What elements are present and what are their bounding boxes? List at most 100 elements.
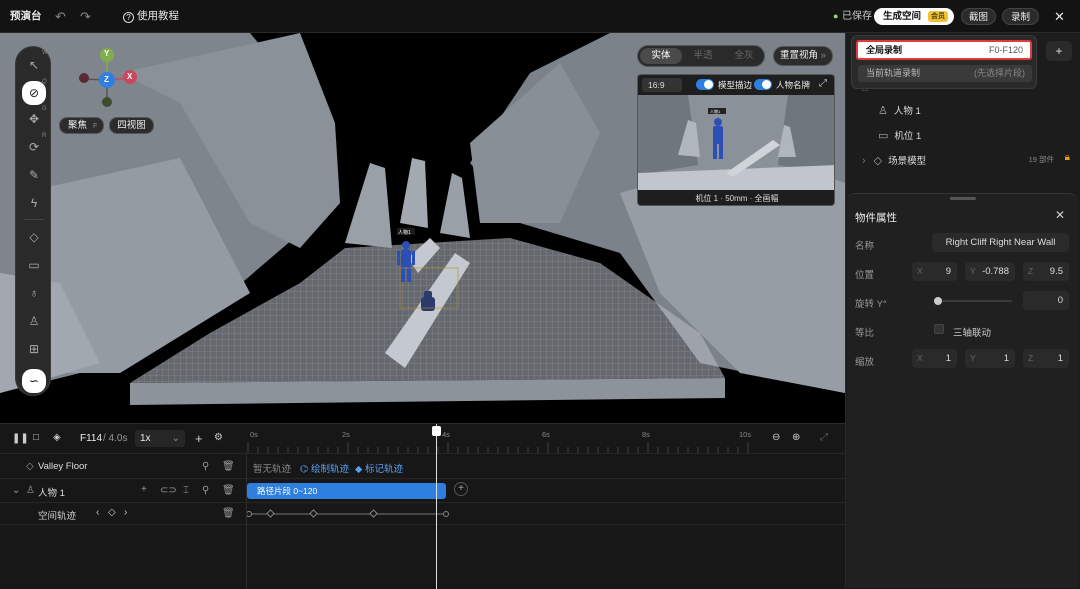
tree-item-camera[interactable]: ▭ 机位 1 xyxy=(878,128,1068,146)
add-segment-icon[interactable]: + xyxy=(454,482,468,496)
import-icon[interactable]: ⊞ xyxy=(24,339,44,359)
help-link[interactable]: ? 使用教程 xyxy=(123,0,179,33)
full-record-label: 全局录制 xyxy=(866,45,903,55)
path-tool-icon[interactable]: ϟ xyxy=(24,193,44,213)
keyframe-diamond-icon[interactable]: ◇ xyxy=(108,507,116,518)
pen-tool-icon[interactable]: ✎ xyxy=(24,165,44,185)
pos-y-field[interactable]: Y -0.788 xyxy=(965,262,1015,281)
keyframe-track[interactable] xyxy=(246,503,456,525)
scale-z-value: 1 xyxy=(1057,353,1063,364)
prev-key-icon[interactable]: ‹ xyxy=(96,507,99,518)
mode-translucent[interactable]: 半透 xyxy=(682,48,724,64)
name-field[interactable]: Right Cliff Right Near Wall xyxy=(932,233,1069,252)
full-record-range: F0-F120 xyxy=(988,45,1023,55)
focus-key: F xyxy=(93,123,98,130)
focus-button[interactable]: 聚焦 F xyxy=(59,117,104,134)
scale-x-field[interactable]: X1 xyxy=(912,349,957,368)
pin-icon[interactable]: ⚲ xyxy=(202,485,209,496)
mark-track-link[interactable]: ◆ 标记轨迹 xyxy=(355,461,403,475)
close-icon[interactable]: ✕ xyxy=(1054,0,1065,33)
path-segment-clip[interactable]: 路径片段 0~120 xyxy=(247,483,446,499)
scale-y-field[interactable]: Y1 xyxy=(965,349,1015,368)
track-row-person[interactable]: ⌄ ♙ 人物 1 + ⊂⊃ ⌶ ⚲ 🗑︎ 路径片段 0~120 + xyxy=(0,479,845,503)
pos-z-field[interactable]: Z 9.5 xyxy=(1023,262,1069,281)
chevron-down-icon: ⌄ xyxy=(171,433,180,444)
current-record-hint: (先选择片段) xyxy=(974,68,1025,78)
full-record-item[interactable]: 全局录制 F0-F120 xyxy=(856,40,1032,60)
lock-icon[interactable]: 🔒︎ xyxy=(1065,152,1070,163)
scale-z-field[interactable]: Z1 xyxy=(1023,349,1069,368)
link-icon[interactable]: ⊂⊃ xyxy=(160,485,177,496)
trash-icon[interactable]: 🗑︎ xyxy=(222,485,235,496)
ratio-select[interactable]: 16:9 xyxy=(642,78,682,92)
route-tool-icon[interactable]: ∽ xyxy=(22,369,46,393)
keyframe-icon[interactable]: ◈ xyxy=(53,432,61,443)
scale-x-value: 1 xyxy=(945,353,951,364)
split-icon[interactable]: ⌶ xyxy=(183,485,189,496)
current-track-record-item[interactable]: 当前轨道录制 (先选择片段) xyxy=(858,65,1032,82)
expand-icon[interactable]: ⤢ xyxy=(819,78,827,89)
filter-icon[interactable]: ⚙ xyxy=(214,432,223,443)
trash-icon[interactable]: 🗑︎ xyxy=(222,508,235,519)
zoom-in-icon[interactable]: ⊕ xyxy=(792,432,800,443)
mode-gray[interactable]: 全灰 xyxy=(724,48,764,64)
timeline-toolbar: ❚❚ □ ◈ F114 / 4.0s 1x ⌄ + ⚙ 0s 2s 4s 6s 8… xyxy=(0,424,845,454)
playhead[interactable] xyxy=(436,424,437,589)
track-row-spatial[interactable]: 空间轨迹 ‹ ◇ › 🗑︎ xyxy=(0,503,845,525)
tree-item-person[interactable]: ♙ 人物 1 xyxy=(878,103,1068,121)
position-label: 位置 xyxy=(855,270,875,281)
track-label: Valley Floor xyxy=(38,461,88,472)
rotation-slider-thumb[interactable] xyxy=(934,297,942,305)
reset-chevron-icon: » xyxy=(820,50,826,61)
rotate-tool-icon[interactable]: ⟳ xyxy=(24,137,44,157)
add-button[interactable]: + xyxy=(1046,41,1072,61)
quad-view-button[interactable]: 四视图 xyxy=(109,117,154,134)
name-label: 名称 xyxy=(855,241,875,252)
rotation-field[interactable]: 0 xyxy=(1023,291,1069,310)
record-button[interactable]: 录制 xyxy=(1002,8,1039,25)
camera-icon[interactable]: ▭ xyxy=(24,255,44,275)
fit-icon[interactable]: ⤢ xyxy=(820,432,828,443)
pin-icon[interactable]: ⚲ xyxy=(202,461,209,472)
nameplate-toggle[interactable] xyxy=(754,79,772,90)
key-g: G xyxy=(42,106,47,112)
current-record-label: 当前轨道录制 xyxy=(866,68,921,78)
screenshot-button[interactable]: 截图 xyxy=(961,8,996,25)
playhead-handle[interactable] xyxy=(432,426,441,436)
outline-toggle[interactable] xyxy=(696,79,714,90)
pause-icon[interactable]: ❚❚ xyxy=(12,433,29,444)
person-icon[interactable]: ♙ xyxy=(24,311,44,331)
select-tool-icon[interactable]: ↖ xyxy=(24,55,44,75)
redo-icon[interactable]: ↷ xyxy=(80,0,91,33)
drag-handle[interactable] xyxy=(950,197,976,200)
rotation-slider[interactable] xyxy=(937,300,1012,302)
props-close-icon[interactable]: ✕ xyxy=(1055,208,1065,222)
add-icon[interactable]: + xyxy=(141,484,147,495)
cube-icon[interactable]: ◇ xyxy=(24,227,44,247)
person-icon: ♙ xyxy=(26,485,35,496)
generate-space-button[interactable]: 生成空间 会员 xyxy=(874,8,954,25)
link-checkbox[interactable] xyxy=(934,324,944,334)
speed-select[interactable]: 1x ⌄ xyxy=(135,430,185,447)
undo-icon[interactable]: ↶ xyxy=(55,0,66,33)
move-tool-icon[interactable]: ✥ xyxy=(24,109,44,129)
tree-item-scene[interactable]: › ◇ 场景模型 19 部件 🔒︎ xyxy=(862,152,1072,171)
next-key-icon[interactable]: › xyxy=(124,507,127,518)
mode-solid[interactable]: 实体 xyxy=(640,48,682,64)
time-ruler[interactable]: 0s 2s 4s 6s 8s 10s xyxy=(246,424,761,454)
track-row-floor[interactable]: ◇ Valley Floor ⚲ 🗑︎ 暂无轨迹 ⌬ 绘制轨迹 ◆ 标记轨迹 xyxy=(0,455,845,479)
light-icon[interactable]: ♁ xyxy=(24,283,44,303)
pos-x-field[interactable]: X9 xyxy=(912,262,957,281)
reset-view-button[interactable]: 重置视角 » xyxy=(773,46,833,66)
draw-track-link[interactable]: ⌬ 绘制轨迹 xyxy=(300,461,349,475)
total-time: / 4.0s xyxy=(103,433,128,444)
z-axis-label: Z xyxy=(1028,353,1034,363)
add-track-icon[interactable]: + xyxy=(195,431,203,446)
tick-label: 2s xyxy=(342,430,350,439)
chevron-down-icon[interactable]: ⌄ xyxy=(12,485,20,496)
stop-icon[interactable]: □ xyxy=(33,432,39,443)
person-icon: ♙ xyxy=(878,105,888,117)
zoom-out-icon[interactable]: ⊖ xyxy=(772,432,780,443)
trash-icon[interactable]: 🗑︎ xyxy=(222,461,235,472)
camera-preview[interactable]: 16:9 模型描边 人物名牌 ⤢ 人物1 机位 1 · 50mm · 全画幅 xyxy=(637,74,835,206)
